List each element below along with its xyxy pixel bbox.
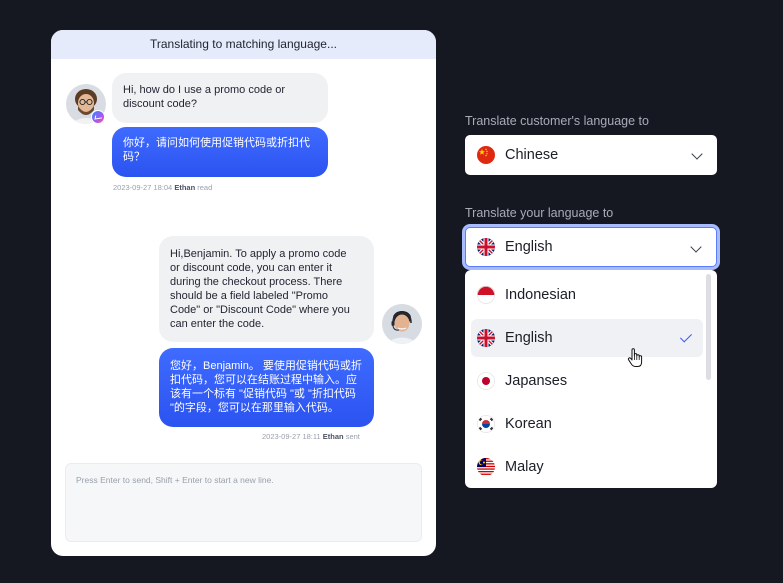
uk-flag-icon [477, 238, 495, 256]
chevron-down-icon [691, 148, 703, 160]
language-dropdown: Indonesian English Japanses Korean Malay [465, 270, 717, 488]
your-language-value: English [505, 239, 553, 255]
customer-language-value: Chinese [505, 147, 559, 163]
message-status: read [197, 183, 213, 192]
language-option-english[interactable]: English [471, 319, 703, 357]
messenger-icon [91, 110, 105, 124]
check-icon [679, 330, 693, 343]
language-option-label: Japanses [505, 373, 568, 389]
language-option-label: Malay [505, 459, 544, 475]
your-language-select[interactable]: English [465, 227, 717, 267]
malaysia-flag-icon [477, 458, 495, 476]
language-option-malay[interactable]: Malay [471, 448, 703, 486]
translating-status: Translating to matching language... [51, 30, 436, 59]
hand-cursor-icon [627, 348, 645, 368]
customer-message: Hi, how do I use a promo code or discoun… [112, 73, 328, 123]
language-option-indonesian[interactable]: Indonesian [471, 276, 703, 314]
agent-avatar [382, 304, 422, 344]
message-time: 2023-09-27 18:11 [262, 432, 321, 441]
your-language-label: Translate your language to [465, 206, 614, 220]
message-agent: Ethan [174, 183, 196, 192]
agent-message: Hi,Benjamin. To apply a promo code or di… [159, 236, 374, 342]
indonesia-flag-icon [477, 286, 495, 304]
dropdown-scrollbar[interactable] [706, 274, 711, 380]
message-meta: 2023-09-27 18:04 Ethan read [113, 183, 212, 192]
language-option-japanese[interactable]: Japanses [471, 362, 703, 400]
japan-flag-icon [477, 372, 495, 390]
customer-language-label: Translate customer's language to [465, 114, 649, 128]
uk-flag-icon [477, 329, 495, 347]
customer-language-select[interactable]: Chinese [465, 135, 717, 175]
message-time: 2023-09-27 18:04 [113, 183, 173, 192]
message-input[interactable]: Press Enter to send, Shift + Enter to st… [65, 463, 422, 542]
agent-message-translation: 您好，Benjamin。 要使用促销代码或折 扣代码，您可以在结账过程中输入。应… [159, 348, 374, 427]
china-flag-icon [477, 146, 495, 164]
korea-flag-icon [477, 415, 495, 433]
language-option-label: Korean [505, 416, 552, 432]
customer-message-translation: 你好，请问如何使用促销代码或折扣代 码？ [112, 127, 328, 177]
language-option-label: English [505, 330, 553, 346]
language-option-korean[interactable]: Korean [471, 405, 703, 443]
language-option-label: Indonesian [505, 287, 576, 303]
message-status: sent [345, 432, 360, 441]
chevron-down-icon [690, 241, 702, 253]
message-meta: 2023-09-27 18:11 Ethan sent [262, 432, 360, 441]
message-agent: Ethan [322, 432, 344, 441]
chat-panel: Translating to matching language... Hi, … [51, 30, 436, 556]
